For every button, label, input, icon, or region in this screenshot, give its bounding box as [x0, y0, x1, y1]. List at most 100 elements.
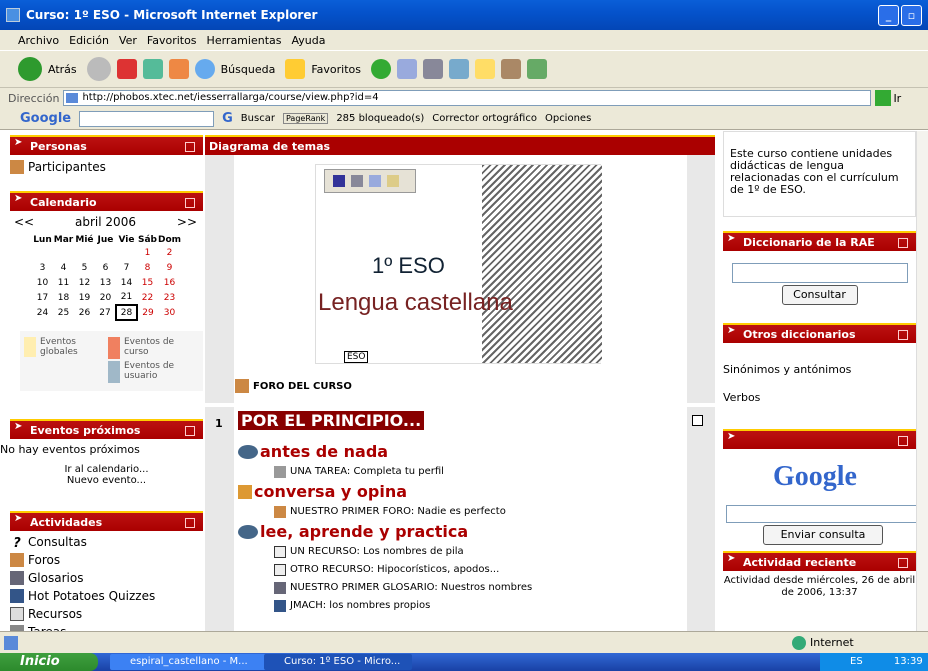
new-event-link[interactable]: Nuevo evento... — [10, 475, 203, 486]
page-icon — [66, 93, 79, 103]
rae-search-input[interactable] — [731, 263, 908, 283]
google-search-input[interactable] — [79, 110, 215, 127]
menu-archivo[interactable]: Archivo — [18, 34, 59, 47]
block-calendario: Calendario << abril 2006 >> LunMarMiéJue… — [10, 189, 203, 391]
participants-link[interactable]: Participantes — [28, 158, 106, 176]
activity-link[interactable]: Tareas — [28, 623, 66, 631]
google-search-box[interactable] — [726, 505, 916, 523]
topic-link[interactable]: UNA TAREA: Completa tu perfil — [290, 463, 444, 481]
course-forum-link[interactable]: FORO DEL CURSO — [253, 381, 352, 392]
home-icon[interactable] — [168, 59, 189, 79]
banner-toolbar — [324, 169, 416, 193]
mail-icon[interactable] — [369, 175, 381, 187]
print-icon[interactable] — [351, 175, 363, 187]
back-arrow-icon[interactable] — [18, 57, 42, 81]
menu-favoritos[interactable]: Favoritos — [147, 34, 197, 47]
pagerank-label[interactable]: PageRank — [282, 113, 329, 124]
block-header: Diccionario de la RAE — [723, 229, 916, 251]
messenger-icon[interactable] — [527, 59, 547, 79]
resource-icon — [10, 607, 24, 621]
google-search-button[interactable]: Buscar — [241, 113, 275, 124]
block-header: Calendario — [10, 189, 203, 211]
google-logo: Google — [773, 461, 857, 492]
eye-icon — [238, 445, 258, 459]
google-toolbar-logo[interactable]: Google — [20, 111, 71, 126]
dictionary-link[interactable]: Verbos — [723, 391, 916, 419]
question-icon: ? — [13, 536, 21, 551]
address-bar: Dirección http://phobos.xtec.net/iesserr… — [0, 88, 928, 108]
research-icon[interactable] — [501, 59, 521, 79]
taskbar-item-active[interactable]: Curso: 1º ESO - Micro... — [264, 654, 412, 670]
activity-link[interactable]: Consultas — [28, 533, 87, 551]
topic-heading: lee, aprende y practica — [260, 522, 469, 541]
block-header: Personas — [10, 133, 203, 155]
globe-icon — [792, 636, 806, 650]
language-indicator[interactable]: ES — [850, 656, 863, 667]
calendar-prev[interactable]: << — [14, 215, 34, 233]
topic-link[interactable]: NUESTRO PRIMER GLOSARIO: Nuestros nombre… — [290, 579, 532, 597]
back-button[interactable]: Atrás — [48, 63, 77, 76]
users-icon — [10, 160, 24, 174]
banner-subtitle: Lengua castellana — [318, 289, 513, 316]
menu-ayuda[interactable]: Ayuda — [291, 34, 325, 47]
print-icon[interactable] — [423, 59, 443, 79]
section-one: 1 POR EL PRINCIPIO... antes de nada UNA … — [205, 407, 715, 631]
topic-link[interactable]: OTRO RECURSO: Hipocorísticos, apodos... — [290, 561, 499, 579]
topic-link[interactable]: JMACH: los nombres propios — [290, 597, 430, 615]
menu-ver[interactable]: Ver — [119, 34, 137, 47]
toolbar: Atrás Búsqueda Favoritos — [0, 50, 928, 88]
ie-icon — [6, 8, 20, 22]
activity-link[interactable]: Hot Potatoes Quizzes — [28, 587, 155, 605]
edit-icon[interactable] — [449, 59, 469, 79]
maximize-button[interactable]: ▫ — [901, 5, 922, 26]
calendar-month: abril 2006 — [75, 215, 136, 229]
minimize-button[interactable]: _ — [878, 5, 899, 26]
go-arrow-icon[interactable] — [875, 90, 892, 106]
history-icon[interactable] — [371, 59, 391, 79]
activity-link[interactable]: Foros — [28, 551, 60, 569]
refresh-icon[interactable] — [142, 59, 163, 79]
menu-edicion[interactable]: Edición — [69, 34, 109, 47]
favorites-button[interactable]: Favoritos — [311, 63, 361, 76]
resource-icon — [274, 564, 286, 576]
question-mark-icon — [238, 485, 252, 499]
glossary-icon — [10, 571, 24, 585]
dictionary-link[interactable]: Sinónimos y antónimos — [723, 363, 916, 391]
taskbar-item[interactable]: espiral_castellano - M... — [110, 654, 268, 670]
block-header: Actividad reciente — [723, 549, 916, 571]
google-g-icon[interactable]: G — [222, 111, 233, 126]
start-button[interactable]: Inicio — [0, 653, 98, 671]
gallery-icon[interactable] — [387, 175, 399, 187]
topics-header: Diagrama de temas — [205, 135, 715, 155]
page-content: Personas Participantes Calendario << abr… — [0, 131, 916, 631]
google-submit-button[interactable]: Enviar consulta — [763, 525, 883, 545]
stop-icon[interactable] — [116, 59, 137, 79]
calendar-grid: Lun Mar Mié Jue Vie Sáb Dom 12 3456789 10 11 12 1… — [32, 235, 181, 321]
menu-herramientas[interactable]: Herramientas — [207, 34, 282, 47]
activity-link[interactable]: Glosarios — [28, 569, 83, 587]
search-icon[interactable] — [194, 59, 215, 79]
boy-reading-illustration — [482, 165, 602, 363]
popup-blocked-count[interactable]: 285 bloqueado(s) — [336, 113, 424, 124]
topic-link[interactable]: UN RECURSO: Los nombres de pila — [290, 543, 464, 561]
mail-icon[interactable] — [397, 59, 417, 79]
forward-arrow-icon[interactable] — [86, 57, 111, 81]
calendar-next[interactable]: >> — [177, 215, 197, 233]
favorites-star-icon[interactable] — [285, 59, 306, 79]
options-button[interactable]: Opciones — [545, 113, 591, 124]
section-toggle-box[interactable] — [692, 415, 703, 426]
search-button[interactable]: Búsqueda — [221, 63, 276, 76]
spellcheck-button[interactable]: Corrector ortográfico — [432, 113, 537, 124]
activity-link[interactable]: Recursos — [28, 605, 82, 623]
vertical-scrollbar[interactable] — [916, 131, 928, 631]
goto-calendar-link[interactable]: Ir al calendario... — [10, 464, 203, 475]
folder-icon[interactable] — [475, 59, 495, 79]
address-input[interactable]: http://phobos.xtec.net/iesserrallarga/co… — [63, 90, 872, 106]
rae-consultar-button[interactable]: Consultar — [781, 285, 858, 305]
right-column: Este curso contiene unidades didácticas … — [723, 131, 916, 599]
save-icon[interactable] — [333, 175, 345, 187]
topic-link[interactable]: NUESTRO PRIMER FORO: Nadie es perfecto — [290, 503, 506, 521]
course-summary: Este curso contiene unidades didácticas … — [723, 131, 916, 217]
go-button[interactable]: Ir — [893, 92, 901, 105]
no-events-text: No hay eventos próximos — [0, 443, 140, 456]
